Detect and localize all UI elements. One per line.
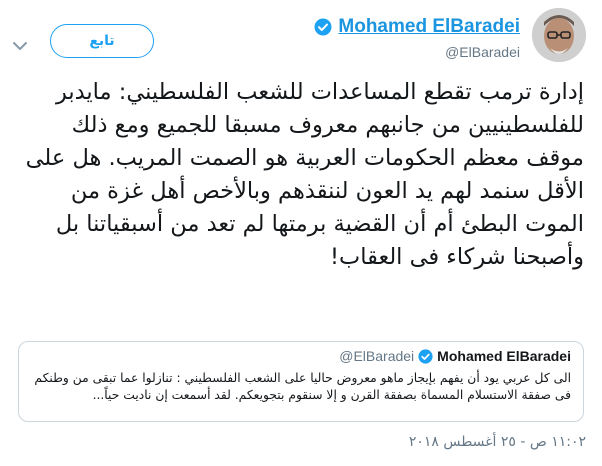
quoted-author-name: Mohamed ElBaradei: [437, 348, 571, 364]
follow-button[interactable]: تابع: [50, 24, 154, 58]
avatar[interactable]: [532, 8, 586, 62]
verified-badge-icon: [418, 348, 433, 364]
author-name-row: Mohamed ElBaradei: [314, 16, 520, 38]
author-display-name[interactable]: Mohamed ElBaradei: [338, 16, 520, 38]
verified-badge-icon: [314, 18, 332, 36]
quoted-tweet-text: الى كل عربي يود أن يفهم بإيجاز ماهو معرو…: [34, 371, 571, 402]
author-handle[interactable]: @ElBaradei: [445, 44, 520, 60]
quoted-tweet-header: Mohamed ElBaradei @ElBaradei: [339, 348, 571, 364]
tweet-header: Mohamed ElBaradei @ElBaradei تابع: [0, 0, 602, 70]
chevron-down-icon[interactable]: [12, 36, 28, 50]
avatar-photo: [532, 8, 586, 62]
tweet-timestamp[interactable]: ١١:٠٢ ص - ٢٥ أغسطس ٢٠١٨: [409, 434, 586, 450]
quoted-tweet[interactable]: Mohamed ElBaradei @ElBaradei الى كل عربي…: [18, 341, 584, 422]
tweet-text: إدارة ترمب تقطع المساعدات للشعب الفلسطين…: [25, 79, 584, 270]
quoted-author-handle: @ElBaradei: [339, 348, 415, 364]
